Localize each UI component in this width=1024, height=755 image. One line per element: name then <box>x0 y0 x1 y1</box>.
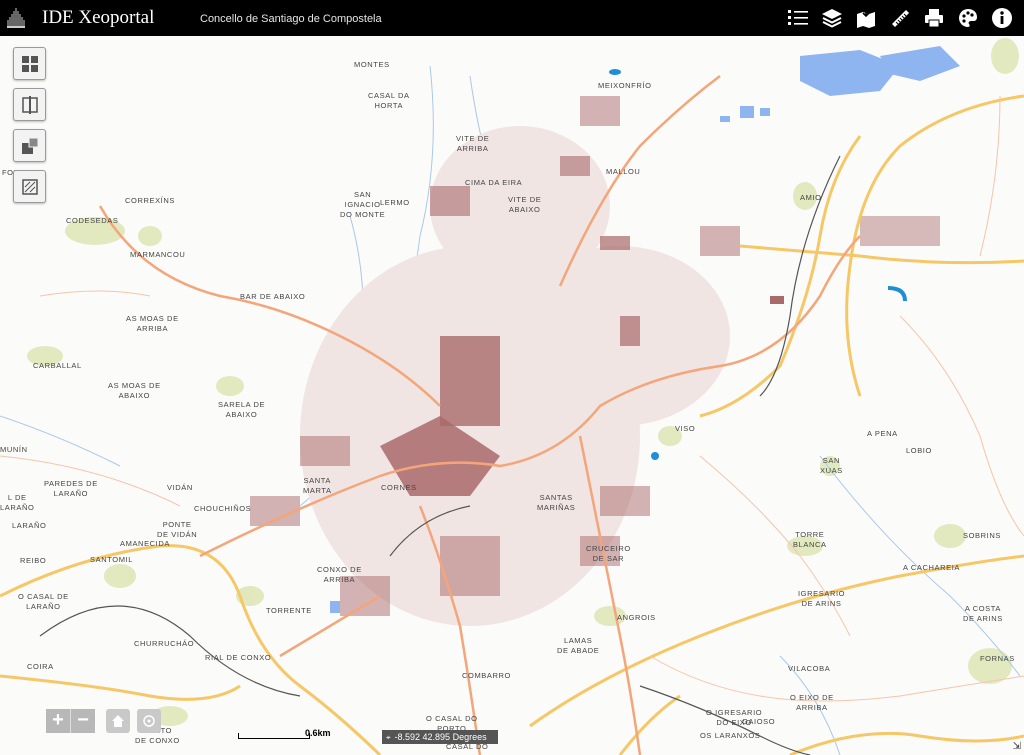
measure-button[interactable] <box>884 0 916 36</box>
place-label: SANTOMIL <box>90 555 134 564</box>
place-label: COMBARRO <box>462 671 511 680</box>
app-title: IDE Xeoportal <box>42 7 155 28</box>
layers-icon <box>822 9 842 28</box>
place-label: VITE DE ABAIXO <box>508 195 542 214</box>
place-label: A PENA <box>867 429 898 438</box>
palette-icon <box>959 9 977 27</box>
draw-tool-button[interactable] <box>13 170 46 203</box>
basemap-gallery-icon <box>21 55 38 72</box>
place-label: O EIXO DE ARRIBA <box>790 693 834 712</box>
place-label: VILACOBA <box>788 664 831 673</box>
locate-icon <box>143 715 155 727</box>
home-icon <box>112 715 124 727</box>
zoom-out-button[interactable]: − <box>70 709 95 733</box>
place-label: VITE DE ARRIBA <box>456 134 490 153</box>
place-label: LARAÑO <box>12 521 47 530</box>
overview-map-button[interactable] <box>13 129 46 162</box>
app-header: IDE Xeoportal Concello de Santiago de Co… <box>0 0 1024 36</box>
place-label: PONTE DE VIDÁN <box>157 520 198 539</box>
map-canvas[interactable]: MONTES CASAL DA HORTA MEIXONFRÍO VITE DE… <box>0 36 1024 755</box>
draw-tool-icon <box>21 178 38 195</box>
place-label: AS MOAS DE ARRIBA <box>126 314 179 333</box>
place-label: CHURRUCHÁO <box>134 639 195 648</box>
info-button[interactable] <box>986 0 1018 36</box>
place-label: CARBALLAL <box>33 361 82 370</box>
place-label: GAIOSO <box>742 717 776 726</box>
map-query-icon <box>857 8 875 28</box>
swipe-compare-button[interactable] <box>13 88 46 121</box>
place-label: REIBO <box>20 556 47 565</box>
place-label: L DE LARAÑO <box>0 493 35 512</box>
place-label: LAMAS DE ABADE <box>557 636 600 655</box>
place-label: A CACHAREIA <box>903 563 961 572</box>
place-label: LOBIO <box>906 446 932 455</box>
place-label: ANGROIS <box>617 613 656 622</box>
place-label: FORNAS <box>980 654 1015 663</box>
place-label: MUNÍN <box>0 445 28 454</box>
place-label: SAN XUAS <box>820 456 843 475</box>
app-logo <box>4 6 28 30</box>
toolbar <box>782 0 1018 36</box>
place-label: OS LARANXOS <box>700 731 761 740</box>
place-label: CASAL DA HORTA <box>368 91 410 110</box>
zoom-in-button[interactable]: + <box>46 709 70 733</box>
place-label: COIRA <box>27 662 54 671</box>
scale-label: 0.6km <box>305 728 331 738</box>
place-label: MALLOU <box>606 167 641 176</box>
home-button[interactable] <box>106 709 130 733</box>
place-label: VIDÁN <box>167 483 193 492</box>
styles-button[interactable] <box>952 0 984 36</box>
place-label: AMIO <box>800 193 822 202</box>
place-label: SARELA DE ABAIXO <box>218 400 266 419</box>
place-label: PAREDES DE LARAÑO <box>44 479 98 498</box>
app-subtitle: Concello de Santiago de Compostela <box>200 13 382 25</box>
place-label: CODESEDAS <box>66 216 119 225</box>
place-label: AS MOAS DE ABAIXO <box>108 381 161 400</box>
place-label: CIMA DA EIRA <box>465 178 523 187</box>
place-label: TORRENTE <box>266 606 312 615</box>
scale-bar <box>238 733 310 739</box>
place-label: SANTA MARTA <box>303 476 332 495</box>
place-label: BAR DE ABAIXO <box>240 292 306 301</box>
place-label: TORRE BLANCA <box>793 530 827 549</box>
place-label: SOBRINS <box>963 531 1001 540</box>
place-label: O CASAL DE LARAÑO <box>18 592 69 611</box>
basemap-gallery-button[interactable] <box>13 47 46 80</box>
place-label: SANTAS MARIÑAS <box>537 493 576 512</box>
coordinates-text: -8.592 42.895 Degrees <box>394 732 487 742</box>
place-label: IGRESARIO DE ARINS <box>798 589 846 608</box>
place-label: VISO <box>675 424 696 433</box>
resize-icon[interactable]: ⇲ <box>1013 741 1021 752</box>
info-icon <box>992 8 1012 28</box>
layers-button[interactable] <box>816 0 848 36</box>
place-label: MONTES <box>354 60 390 69</box>
place-label: SAN IGNACIO DO MONTE <box>340 190 386 219</box>
place-label: CORNES <box>381 483 417 492</box>
zoom-controls: + − <box>46 709 95 733</box>
place-label: CHOUCHIÑOS <box>194 504 252 513</box>
print-icon <box>925 9 943 28</box>
place-label: CRUCEIRO DE SAR <box>586 544 631 563</box>
measure-ruler-icon <box>892 10 909 27</box>
place-label: CORREXÍNS <box>125 196 175 205</box>
place-label: AMANECIDA <box>120 539 170 548</box>
crosshair-icon: ⌖ <box>386 733 391 742</box>
coordinates-readout: ⌖ -8.592 42.895 Degrees <box>382 730 498 744</box>
swipe-compare-icon <box>21 95 38 114</box>
place-label: CONXO DE ARRIBA <box>317 565 362 584</box>
place-label: MARMANCOU <box>130 250 186 259</box>
place-label: LERMO <box>380 198 410 207</box>
overview-map-icon <box>21 137 38 154</box>
place-label: RIAL DE CONXO <box>205 653 272 662</box>
legend-icon <box>788 10 808 25</box>
print-button[interactable] <box>918 0 950 36</box>
place-label: MEIXONFRÍO <box>598 81 652 90</box>
locate-button[interactable] <box>137 709 161 733</box>
legend-button[interactable] <box>782 0 814 36</box>
map-query-button[interactable] <box>850 0 882 36</box>
place-label: A COSTA DE ARINS <box>963 604 1003 623</box>
